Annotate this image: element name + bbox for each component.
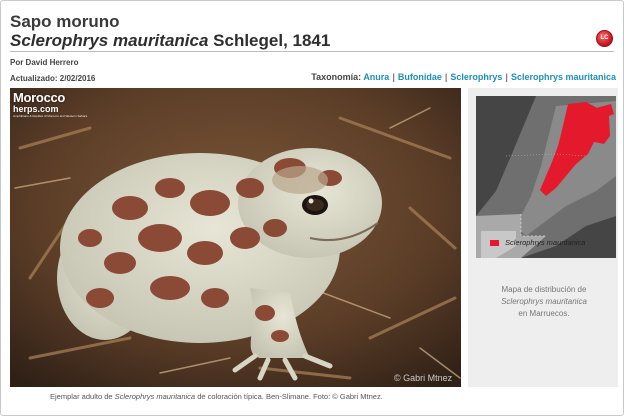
legend-label: Sclerophrys mauritanica	[505, 238, 586, 247]
taxonomy-link-order[interactable]: Anura	[363, 72, 389, 82]
scientific-name: Sclerophrys mauritanica	[10, 31, 209, 50]
logo-subtitle: herps.com	[13, 104, 59, 114]
moroccoherps-logo[interactable]: Morocco herps.com Amphibians & Reptiles …	[13, 90, 103, 118]
photo-caption: Ejemplar adulto de Sclerophrys mauritani…	[50, 392, 383, 401]
legend-swatch	[490, 240, 499, 246]
logo-tagline: Amphibians & Reptiles of Morocco and Wes…	[13, 114, 88, 118]
taxonomy-separator: |	[444, 72, 448, 82]
species-photo[interactable]	[10, 88, 461, 387]
map-caption-line1: Mapa de distribución de	[501, 285, 587, 294]
morocco-map	[476, 96, 616, 258]
distribution-map[interactable]	[476, 96, 616, 258]
caption-species: Sclerophrys mauritanica	[114, 392, 196, 401]
title-divider	[10, 51, 614, 52]
updated-date: Actualizado: 2/02/2016	[10, 74, 96, 83]
taxonomy-link-species[interactable]: Sclerophrys mauritanica	[511, 72, 616, 82]
taxonomy-breadcrumb: Taxonomía: Anura | Bufonidae | Sclerophrys | S…	[311, 72, 616, 82]
taxonomy-link-genus[interactable]: Sclerophrys	[450, 72, 502, 82]
taxonomy-separator: |	[505, 72, 508, 82]
taxonomy-link-family[interactable]: Bufonidae	[398, 72, 442, 82]
map-caption-line3: en Marruecos.	[518, 309, 570, 318]
author-line: Por David Herrero	[10, 58, 79, 67]
caption-prefix: Ejemplar adulto de	[50, 392, 113, 401]
scientific-name-heading: Sclerophrys mauritanica Schlegel, 1841	[10, 31, 330, 51]
taxonomy-separator: |	[392, 72, 395, 82]
logo-title: Morocco	[13, 90, 66, 105]
conservation-status-badge[interactable]: LC	[596, 30, 613, 47]
toad-illustration	[10, 88, 461, 387]
photo-watermark: © Gabri Mtnez	[394, 373, 453, 383]
map-caption: Mapa de distribución de Sclerophrys maur…	[470, 284, 618, 320]
caption-suffix: de coloración típica. Ben-Slimane. Foto:…	[197, 392, 383, 401]
taxonomy-label: Taxonomía:	[311, 72, 362, 82]
map-caption-species: Sclerophrys mauritanica	[501, 297, 587, 306]
authority: Schlegel, 1841	[213, 31, 331, 50]
common-name-heading: Sapo moruno	[10, 12, 120, 31]
